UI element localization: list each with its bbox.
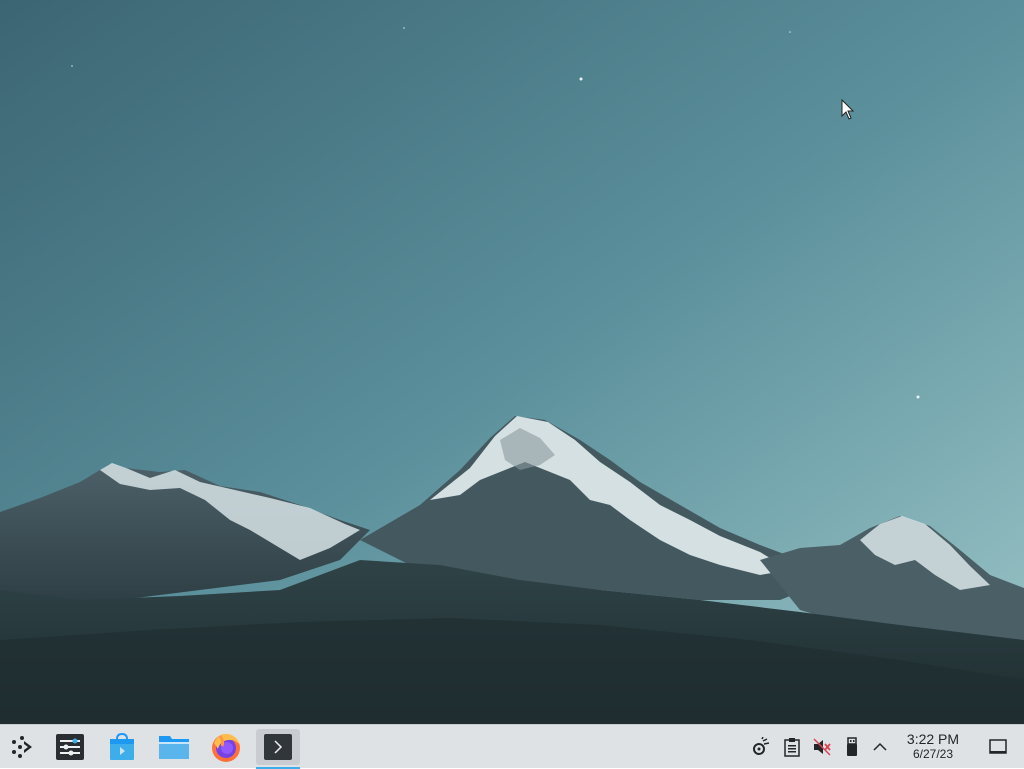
show-hidden-icons-chevron	[873, 742, 887, 751]
application-launcher-button[interactable]	[0, 729, 44, 765]
clipboard-icon	[784, 738, 800, 757]
volume-muted-icon	[813, 738, 831, 756]
usb-device-tray[interactable]	[842, 737, 862, 757]
discover-launcher[interactable]	[100, 729, 144, 765]
dolphin-file-manager-icon	[159, 736, 189, 759]
kde-connect-icon	[753, 737, 770, 755]
volume-tray[interactable]	[812, 737, 832, 757]
kde-connect-tray[interactable]	[751, 737, 771, 757]
system-settings-launcher[interactable]	[48, 729, 92, 765]
desktop[interactable]	[0, 0, 1024, 724]
arrow-cursor	[841, 99, 855, 120]
discover-store-icon	[110, 732, 134, 760]
show-desktop-button[interactable]	[988, 737, 1008, 757]
konsole-task[interactable]	[256, 729, 300, 769]
clock-time: 3:22 PM	[906, 731, 960, 747]
system-settings-icon	[56, 734, 84, 760]
show-hidden-icons-button[interactable]	[870, 737, 890, 757]
konsole-terminal-icon	[264, 734, 292, 760]
taskbar: 3:22 PM 6/27/23	[0, 724, 1024, 769]
show-desktop-icon	[989, 739, 1007, 754]
firefox-icon	[212, 733, 240, 762]
clock-date: 6/27/23	[912, 747, 954, 761]
clipboard-tray[interactable]	[782, 737, 802, 757]
firefox-launcher[interactable]	[204, 729, 248, 765]
usb-device-icon	[847, 737, 857, 756]
digital-clock[interactable]: 3:22 PM 6/27/23	[896, 731, 970, 763]
file-manager-launcher[interactable]	[152, 729, 196, 765]
mountain-wallpaper	[0, 0, 1024, 724]
application-launcher-icon	[12, 736, 32, 758]
